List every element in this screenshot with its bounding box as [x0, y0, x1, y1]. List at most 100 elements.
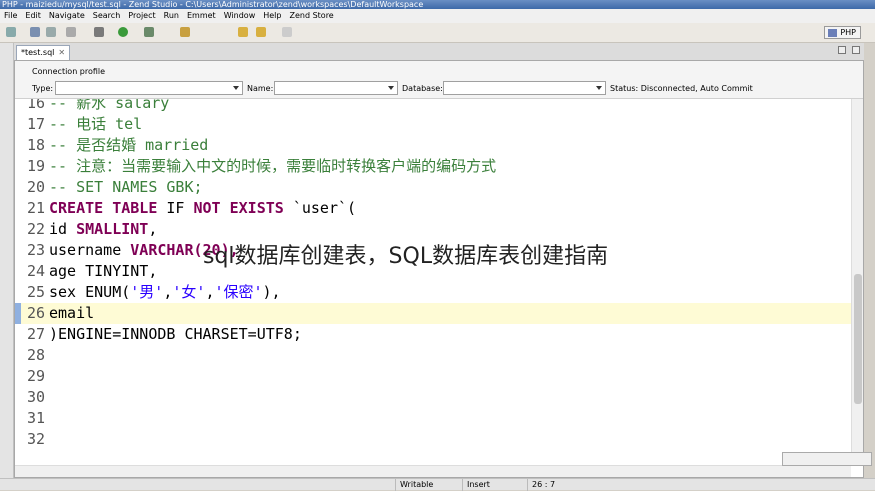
code-token: -- 电话 tel: [49, 115, 143, 133]
chevron-down-icon: [596, 86, 602, 90]
line-number: 17: [26, 115, 45, 133]
code-token: ),: [262, 283, 281, 301]
code-token: CREATE TABLE: [49, 199, 158, 217]
type-label: Type:: [32, 84, 54, 93]
code-line[interactable]: 25 sex ENUM('男','女','保密'),: [15, 282, 851, 303]
forward-icon[interactable]: [256, 27, 266, 37]
type-select[interactable]: [55, 81, 243, 95]
code-token: ,: [148, 220, 158, 238]
code-line[interactable]: 31: [15, 408, 851, 429]
line-number: 18: [26, 136, 45, 154]
menu-item-navigate[interactable]: Navigate: [45, 9, 89, 23]
status-writable: Writable: [395, 479, 433, 491]
back-icon[interactable]: [238, 27, 248, 37]
line-number: 19: [26, 157, 45, 175]
new-icon[interactable]: [6, 27, 16, 37]
status-insert-mode: Insert: [462, 479, 490, 491]
code-line[interactable]: 19 -- 注意：当需要输入中文的时候，需要临时转换客户端的编码方式: [15, 156, 851, 177]
line-number: 29: [26, 367, 45, 385]
line-number: 16: [26, 99, 45, 112]
line-number: 31: [26, 409, 45, 427]
name-select[interactable]: [274, 81, 398, 95]
code-line[interactable]: 28: [15, 345, 851, 366]
code-token: age TINYINT,: [49, 262, 158, 280]
main-toolbar: PHP: [0, 23, 875, 43]
print-icon[interactable]: [66, 27, 76, 37]
code-token: '男': [130, 283, 164, 301]
line-number: 23: [26, 241, 45, 259]
code-token: -- 注意：当需要输入中文的时候，需要临时转换客户端的编码方式: [49, 157, 497, 175]
status-bar: Writable Insert 26 : 7: [0, 478, 875, 491]
code-line[interactable]: 17 -- 电话 tel: [15, 114, 851, 135]
navigate-icon[interactable]: [282, 27, 292, 37]
code-token: IF: [157, 199, 194, 217]
database-label: Database:: [402, 84, 443, 93]
menu-item-help[interactable]: Help: [259, 9, 285, 23]
code-line[interactable]: 21 CREATE TABLE IF NOT EXISTS `user`(: [15, 198, 851, 219]
connection-profile-title: Connection profile: [32, 67, 106, 76]
code-token: username: [49, 241, 131, 259]
line-number: 21: [26, 199, 45, 217]
menu-item-window[interactable]: Window: [220, 9, 260, 23]
view-toolbar: [782, 452, 872, 466]
menu-item-file[interactable]: File: [0, 9, 21, 23]
code-line[interactable]: 32: [15, 429, 851, 450]
code-line[interactable]: 20 -- SET NAMES GBK;: [15, 177, 851, 198]
code-line[interactable]: 27)ENGINE=INNODB CHARSET=UTF8;: [15, 324, 851, 345]
code-token: email: [49, 304, 95, 322]
line-number: 27: [26, 325, 45, 343]
menu-item-emmet[interactable]: Emmet: [183, 9, 220, 23]
pen-icon[interactable]: [180, 27, 190, 37]
line-number: 20: [26, 178, 45, 196]
code-token: -- 是否结婚 married: [49, 136, 209, 154]
watermark-caption: sql数据库创建表，SQL数据库表创建指南: [203, 244, 609, 269]
horizontal-scrollbar[interactable]: [15, 465, 851, 477]
code-token: -- 薪水 salary: [49, 99, 170, 112]
code-token: SMALLINT: [76, 220, 149, 238]
code-token: '保密': [214, 283, 263, 301]
code-area[interactable]: 16 -- 薪水 salary 17 -- 电话 tel 18 -- 是否结婚 marri…: [15, 99, 851, 465]
code-token: id: [49, 220, 77, 238]
connection-status: Status: Disconnected, Auto Commit: [610, 84, 753, 93]
external-tools-icon[interactable]: [144, 27, 154, 37]
line-number: 28: [26, 346, 45, 364]
vertical-scrollbar[interactable]: [851, 99, 863, 465]
database-select[interactable]: [443, 81, 606, 95]
menu-item-search[interactable]: Search: [89, 9, 124, 23]
menu-item-run[interactable]: Run: [160, 9, 183, 23]
tab-test-sql[interactable]: *test.sql ✕: [16, 45, 70, 60]
code-token: `user`(: [283, 199, 357, 217]
code-line[interactable]: 18 -- 是否结婚 married: [15, 135, 851, 156]
code-token: '女': [172, 283, 206, 301]
code-line[interactable]: 29: [15, 366, 851, 387]
minimize-icon[interactable]: [838, 46, 846, 54]
close-icon[interactable]: ✕: [58, 48, 65, 57]
maximize-icon[interactable]: [852, 46, 860, 54]
line-number: 25: [26, 283, 45, 301]
perspective-php[interactable]: PHP: [824, 26, 861, 39]
editor-tabbar: *test.sql ✕: [14, 43, 864, 60]
code-line[interactable]: 16 -- 薪水 salary: [15, 99, 851, 114]
code-line[interactable]: 30: [15, 387, 851, 408]
run-icon[interactable]: [118, 27, 128, 37]
name-label: Name:: [247, 84, 274, 93]
current-line-marker: [15, 303, 21, 324]
debug-icon[interactable]: [94, 27, 104, 37]
line-number: 24: [26, 262, 45, 280]
code-line[interactable]: 22 id SMALLINT,: [15, 219, 851, 240]
chevron-down-icon: [388, 86, 394, 90]
line-number: 30: [26, 388, 45, 406]
save-icon[interactable]: [30, 27, 40, 37]
code-token: NOT EXISTS: [193, 199, 284, 217]
menu-item-zend-store[interactable]: Zend Store: [285, 9, 337, 23]
menu-item-project[interactable]: Project: [124, 9, 159, 23]
scroll-thumb[interactable]: [854, 274, 862, 404]
line-number: 32: [26, 430, 45, 448]
window-title: PHP - maiziedu/mysql/test.sql - Zend Stu…: [0, 0, 875, 9]
left-trim: [0, 43, 14, 478]
code-token: -- SET NAMES GBK;: [49, 178, 203, 196]
save-all-icon[interactable]: [46, 27, 56, 37]
menu-item-edit[interactable]: Edit: [21, 9, 45, 23]
code-line[interactable]: 26 email: [15, 303, 851, 324]
chevron-down-icon: [233, 86, 239, 90]
